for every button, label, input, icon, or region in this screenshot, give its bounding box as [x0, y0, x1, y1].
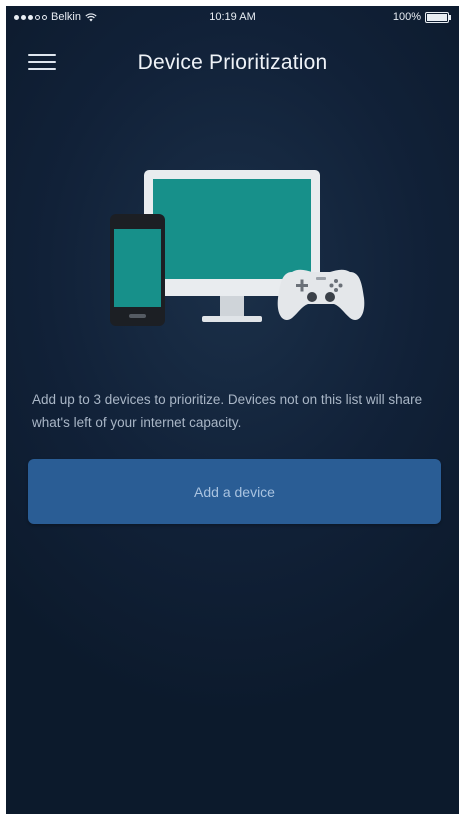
- battery-icon: [425, 11, 451, 23]
- add-device-button[interactable]: Add a device: [28, 459, 441, 524]
- devices-illustration: [110, 170, 365, 326]
- battery-percentage: 100%: [392, 11, 421, 23]
- header: Device Prioritization: [6, 36, 459, 86]
- status-bar: Belkin 10:19 AM 100%: [6, 6, 459, 28]
- battery-status: 100%: [392, 11, 451, 23]
- app-screen: Belkin 10:19 AM 100% Device Prioritizati…: [6, 6, 459, 814]
- description-text: Add up to 3 devices to prioritize. Devic…: [32, 392, 423, 430]
- page-title: Device Prioritization: [137, 51, 328, 74]
- game-controller-icon: [277, 269, 365, 320]
- status-time: 10:19 AM: [209, 11, 256, 23]
- smartphone-icon: [110, 214, 165, 326]
